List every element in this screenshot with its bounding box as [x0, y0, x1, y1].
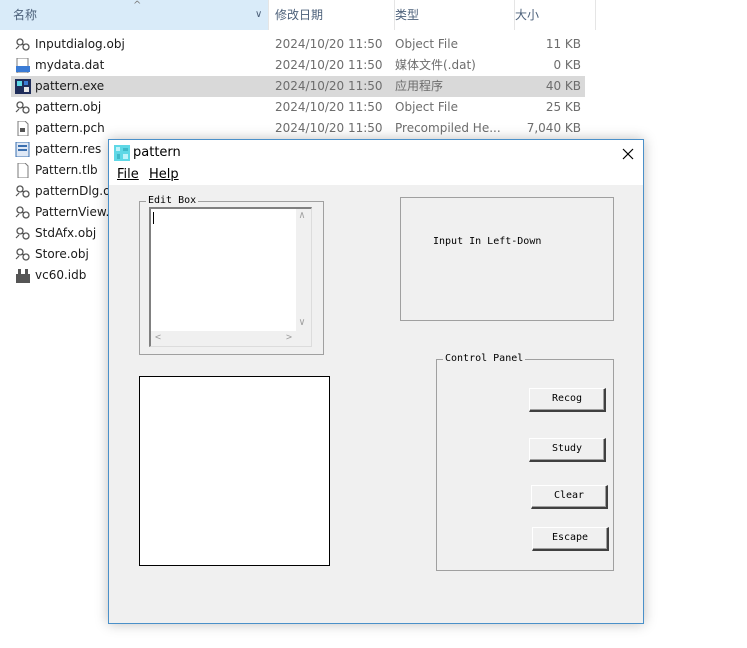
file-name: Store.obj: [35, 247, 89, 261]
clear-button[interactable]: Clear: [531, 485, 608, 509]
title-bar[interactable]: pattern: [109, 140, 643, 166]
column-header: ^ 名称 ∨ 修改日期 类型 大小: [0, 0, 596, 30]
file-row[interactable]: pattern.exe 2024/10/20 11:50 应用程序 40 KB: [11, 76, 585, 97]
file-name: PatternView.o: [35, 205, 117, 219]
file-date: 2024/10/20 11:50: [275, 121, 383, 135]
file-type: 媒体文件(.dat): [395, 58, 476, 72]
column-name-label: 名称: [13, 8, 38, 22]
column-header-name[interactable]: ^ 名称 ∨: [0, 0, 269, 30]
scroll-down-icon[interactable]: ∨: [299, 317, 305, 329]
file-type: Object File: [395, 37, 458, 51]
text-caret: [153, 212, 154, 224]
edit-box-label: Edit Box: [146, 195, 199, 207]
res-file-icon: [15, 141, 31, 158]
file-row[interactable]: mydata.dat 2024/10/20 11:50 媒体文件(.dat) 0 KB: [11, 55, 585, 76]
column-header-size[interactable]: 大小: [509, 0, 596, 30]
drawing-canvas[interactable]: [139, 376, 330, 566]
control-panel-group: Control Panel Recog Study Clear Escape: [436, 353, 614, 571]
file-date: 2024/10/20 11:50: [275, 58, 383, 72]
control-panel-label: Control Panel: [443, 353, 526, 365]
menu-bar: File Help: [109, 166, 643, 185]
dat-file-icon: [15, 57, 31, 74]
file-size: 0 KB: [553, 58, 581, 72]
menu-file-label: File: [117, 167, 139, 182]
file-type: Precompiled He...: [395, 121, 501, 135]
file-name: StdAfx.obj: [35, 226, 97, 240]
pattern-dialog-window: pattern File Help Edit Box ∧ ∨ < > Input…: [108, 139, 644, 624]
horizontal-scrollbar[interactable]: < >: [151, 331, 296, 346]
info-text: Input In Left-Down: [433, 236, 542, 247]
file-row[interactable]: pattern.pch 2024/10/20 11:50 Precompiled H…: [11, 118, 585, 139]
app-icon: [114, 145, 130, 161]
file-name: pattern.res: [35, 142, 102, 156]
obj-file-icon: [15, 184, 31, 199]
chevron-down-icon[interactable]: ∨: [255, 0, 262, 30]
file-type: 应用程序: [395, 79, 444, 93]
file-date: 2024/10/20 11:50: [275, 100, 383, 114]
scroll-right-icon[interactable]: >: [286, 332, 292, 344]
exe-file-icon: [15, 79, 31, 94]
file-name: pattern.exe: [35, 79, 105, 93]
scroll-left-icon[interactable]: <: [155, 332, 161, 344]
recog-button[interactable]: Recog: [529, 388, 606, 412]
obj-file-icon: [15, 37, 31, 52]
obj-file-icon: [15, 100, 31, 115]
scroll-up-icon[interactable]: ∧: [299, 210, 305, 222]
file-name: pattern.pch: [35, 121, 105, 135]
scrollbar-corner: [296, 331, 311, 346]
info-panel: Input In Left-Down: [400, 197, 614, 321]
study-button[interactable]: Study: [529, 438, 606, 462]
window-title: pattern: [133, 145, 181, 160]
menu-help-label: Help: [149, 167, 179, 182]
file-date: 2024/10/20 11:50: [275, 79, 383, 93]
obj-file-icon: [15, 226, 31, 241]
idb-file-icon: [15, 268, 31, 283]
obj-file-icon: [15, 247, 31, 262]
vertical-scrollbar[interactable]: ∧ ∨: [296, 209, 311, 331]
file-type: Object File: [395, 100, 458, 114]
blank-file-icon: [15, 162, 31, 179]
menu-file[interactable]: File: [117, 167, 139, 182]
close-button[interactable]: [613, 140, 643, 166]
file-row[interactable]: pattern.obj 2024/10/20 11:50 Object File 25…: [11, 97, 585, 118]
column-header-date[interactable]: 修改日期: [269, 0, 395, 30]
file-size: 40 KB: [545, 79, 581, 93]
obj-file-icon: [15, 205, 31, 220]
edit-box-group: Edit Box ∧ ∨ < >: [139, 195, 324, 355]
sort-up-icon: ^: [133, 0, 142, 11]
file-name: Inputdialog.obj: [35, 37, 125, 51]
file-date: 2024/10/20 11:50: [275, 37, 383, 51]
file-size: 11 KB: [545, 37, 581, 51]
file-name: Pattern.tlb: [35, 163, 98, 177]
menu-help[interactable]: Help: [149, 167, 179, 182]
column-header-type[interactable]: 类型: [389, 0, 515, 30]
file-name: vc60.idb: [35, 268, 87, 282]
file-name: mydata.dat: [35, 58, 105, 72]
file-size: 7,040 KB: [526, 121, 581, 135]
edit-box-input[interactable]: ∧ ∨ < >: [149, 207, 312, 347]
file-row[interactable]: Inputdialog.obj 2024/10/20 11:50 Object Fi…: [11, 34, 585, 55]
file-name: patternDlg.o: [35, 184, 111, 198]
escape-button[interactable]: Escape: [532, 527, 609, 551]
file-name: pattern.obj: [35, 100, 102, 114]
pch-file-icon: [15, 120, 31, 137]
file-size: 25 KB: [545, 100, 581, 114]
close-icon: [622, 148, 634, 159]
